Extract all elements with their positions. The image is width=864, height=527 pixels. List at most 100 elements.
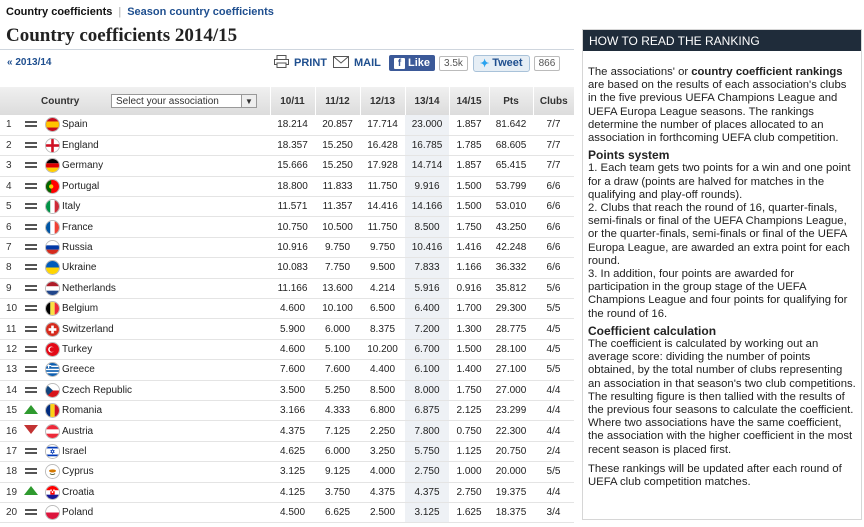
- rank-cell: 15: [0, 400, 20, 422]
- flag-cell: [42, 155, 62, 177]
- country-name[interactable]: Portugal: [62, 176, 270, 198]
- country-name[interactable]: Ukraine: [62, 257, 270, 279]
- table-row[interactable]: 1 Spain 18.214 20.857 17.714 23.000 1.857 81.64…: [0, 115, 574, 136]
- season-score-cell: 2.500: [360, 502, 405, 524]
- table-row[interactable]: 4 Portugal 18.800 11.833 11.750 9.916 1.500 53.…: [0, 176, 574, 198]
- col-header-pts[interactable]: Pts: [488, 87, 533, 115]
- country-name[interactable]: Belgium: [62, 298, 270, 320]
- country-name[interactable]: Switzerland: [62, 318, 270, 340]
- table-row[interactable]: 10 Belgium 4.600 10.100 6.500 6.400 1.700 29.30…: [0, 298, 574, 320]
- country-name[interactable]: England: [62, 135, 270, 157]
- tab-season-country-coefficients[interactable]: Season country coefficients: [127, 6, 274, 18]
- facebook-icon: f: [394, 57, 405, 69]
- col-header-clubs[interactable]: Clubs: [532, 87, 574, 115]
- rank-cell: 12: [0, 339, 20, 361]
- season-score-cell: 15.666: [270, 155, 315, 177]
- table-row[interactable]: 7 Russia 10.916 9.750 9.750 10.416 1.416 42.248…: [0, 237, 574, 259]
- flag-romania-icon: [44, 403, 60, 419]
- country-name[interactable]: Croatia: [62, 482, 270, 503]
- rank-cell: 20: [0, 502, 20, 524]
- season-score-cell: 15.250: [315, 135, 360, 157]
- country-name[interactable]: Spain: [62, 115, 270, 136]
- table-row[interactable]: 17 Israel 4.625 6.000 3.250 5.750 1.125 20.750 2…: [0, 441, 574, 463]
- tab-country-coefficients[interactable]: Country coefficients: [6, 6, 112, 18]
- season-score-cell: 10.500: [315, 216, 360, 238]
- table-row[interactable]: 8 Ukraine 10.083 7.750 9.500 7.833 1.166 36.332…: [0, 257, 574, 279]
- facebook-like-button[interactable]: f Like: [389, 55, 436, 71]
- clubs-cell: 6/6: [533, 237, 574, 259]
- points-cell: 27.000: [489, 380, 533, 401]
- table-row[interactable]: 5 Italy 11.571 11.357 14.416 14.166 1.500 53.01…: [0, 196, 574, 218]
- country-name[interactable]: Italy: [62, 196, 270, 218]
- season-score-cell: 1.000: [449, 461, 489, 483]
- season-score-cell: 0.750: [449, 420, 489, 442]
- association-select-value: Select your association: [116, 95, 219, 107]
- col-header-14-15[interactable]: 14/15: [448, 87, 489, 115]
- season-score-cell: 1.416: [449, 237, 489, 259]
- country-name[interactable]: Russia: [62, 237, 270, 259]
- col-header-13-14[interactable]: 13/14: [404, 87, 449, 115]
- rank-cell: 6: [0, 216, 20, 238]
- country-name[interactable]: Austria: [62, 420, 270, 442]
- season-score-cell: 10.916: [270, 237, 315, 259]
- print-button[interactable]: PRINT: [274, 53, 327, 73]
- country-name[interactable]: Germany: [62, 155, 270, 177]
- print-label: PRINT: [294, 57, 327, 69]
- table-row[interactable]: 9 Netherlands 11.166 13.600 4.214 5.916 0.916 3…: [0, 278, 574, 300]
- country-name[interactable]: Poland: [62, 502, 270, 524]
- association-select[interactable]: Select your association ▼: [111, 94, 257, 108]
- country-name[interactable]: Romania: [62, 400, 270, 422]
- col-header-12-13[interactable]: 12/13: [359, 87, 405, 115]
- season-score-cell: 5.750: [405, 441, 449, 463]
- country-name[interactable]: Greece: [62, 359, 270, 381]
- flag-cell: [42, 196, 62, 218]
- season-score-cell: 7.800: [405, 420, 449, 442]
- flag-cell: [42, 420, 62, 442]
- flag-cell: [42, 482, 62, 503]
- flag-france-icon: [44, 219, 60, 235]
- previous-season-link[interactable]: « 2013/14: [7, 57, 52, 68]
- trend-equal-icon: [25, 264, 37, 271]
- country-name[interactable]: Netherlands: [62, 278, 270, 300]
- intro-text-a: The associations' or: [588, 66, 692, 78]
- col-header-11-12[interactable]: 11/12: [314, 87, 360, 115]
- col-header-10-11[interactable]: 10/11: [269, 87, 315, 115]
- table-row[interactable]: 11 Switzerland 5.900 6.000 8.375 7.200 1.300 28…: [0, 318, 574, 340]
- mail-button[interactable]: MAIL: [333, 53, 381, 73]
- country-name[interactable]: Turkey: [62, 339, 270, 361]
- country-name[interactable]: Czech Republic: [62, 380, 270, 401]
- points-cell: 20.750: [489, 441, 533, 463]
- table-row[interactable]: 13 Greece 7.600 7.600 4.400 6.100 1.400 27.100 5…: [0, 359, 574, 381]
- tweet-button[interactable]: ✦ Tweet: [473, 54, 530, 72]
- trend-equal-icon: [25, 203, 37, 210]
- season-score-cell: 8.000: [405, 380, 449, 401]
- table-row[interactable]: 12 Turkey 4.600 5.100 10.200 6.700 1.500 28.100…: [0, 339, 574, 361]
- season-score-cell: 1.750: [449, 380, 489, 401]
- points-cell: 18.375: [489, 502, 533, 524]
- season-score-cell: 16.785: [405, 135, 449, 157]
- trend-cell: [20, 339, 42, 361]
- rank-cell: 16: [0, 420, 20, 442]
- mail-label: MAIL: [354, 57, 381, 69]
- tweet-label: Tweet: [492, 57, 523, 69]
- season-score-cell: 4.375: [270, 420, 315, 442]
- country-name[interactable]: France: [62, 216, 270, 238]
- clubs-cell: 2/4: [533, 441, 574, 463]
- table-row[interactable]: 16 Austria 4.375 7.125 2.250 7.800 0.750 22.300…: [0, 420, 574, 442]
- country-name[interactable]: Israel: [62, 441, 270, 463]
- table-row[interactable]: 18 Cyprus 3.125 9.125 4.000 2.750 1.000 20.000 5…: [0, 461, 574, 483]
- table-row[interactable]: 6 France 10.750 10.500 11.750 8.500 1.750 43.25…: [0, 216, 574, 238]
- printer-icon: [274, 55, 289, 71]
- flag-germany-icon: [44, 158, 60, 174]
- country-name[interactable]: Cyprus: [62, 461, 270, 483]
- table-row[interactable]: 20 Poland 4.500 6.625 2.500 3.125 1.625 18.375 3…: [0, 502, 574, 524]
- table-row[interactable]: 2 England 18.357 15.250 16.428 16.785 1.785 68.…: [0, 135, 574, 157]
- season-score-cell: 11.750: [360, 176, 405, 198]
- table-row[interactable]: 14 Czech Republic 3.500 5.250 8.500 8.000 1.75…: [0, 380, 574, 401]
- season-score-cell: 1.857: [449, 115, 489, 136]
- season-score-cell: 4.625: [270, 441, 315, 463]
- table-row[interactable]: 15 Romania 3.166 4.333 6.800 6.875 2.125 23.299…: [0, 400, 574, 422]
- table-row[interactable]: 3 Germany 15.666 15.250 17.928 14.714 1.857 65.…: [0, 155, 574, 177]
- rank-cell: 4: [0, 176, 20, 198]
- table-row[interactable]: 19 Croatia 4.125 3.750 4.375 4.375 2.750 19.375…: [0, 482, 574, 503]
